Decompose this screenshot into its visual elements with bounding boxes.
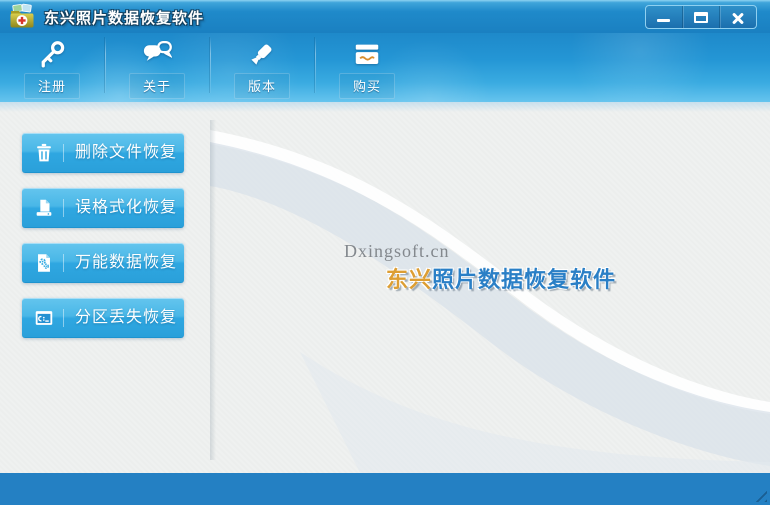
- sidebar-label: 误格式化恢复: [72, 188, 180, 228]
- resize-grip[interactable]: [750, 485, 767, 502]
- credit-card-icon: [317, 39, 417, 71]
- sidebar-button-delete-recovery[interactable]: 删除文件恢复: [22, 133, 184, 173]
- toolbar-label: 版本: [248, 79, 276, 94]
- sidebar-label: 分区丢失恢复: [72, 298, 180, 338]
- close-icon: [730, 11, 746, 25]
- close-button[interactable]: [719, 6, 756, 28]
- minimize-button[interactable]: [646, 6, 682, 28]
- title-bar: 东兴照片数据恢复软件: [0, 0, 770, 33]
- toolbar-separator: [210, 37, 211, 93]
- maximize-button[interactable]: [682, 6, 719, 28]
- toolbar-label: 购买: [353, 79, 381, 94]
- maximize-icon: [694, 12, 708, 23]
- app-icon: [8, 3, 36, 31]
- window-title: 东兴照片数据恢复软件: [44, 7, 204, 28]
- watermark-site: Dxingsoft.cn: [344, 241, 450, 262]
- glue-bottle-icon: [212, 39, 312, 71]
- toolbar-button-register[interactable]: 注册: [2, 35, 102, 99]
- toolbar-button-about[interactable]: 关于: [107, 35, 207, 99]
- sidebar-button-format-recovery[interactable]: 误格式化恢复: [22, 188, 184, 228]
- watermark-brand-rest: 照片数据恢复软件: [432, 267, 616, 292]
- minimize-icon: [657, 19, 670, 22]
- toolbar-label: 注册: [38, 79, 66, 94]
- app-window: 东兴照片数据恢复软件 注册: [0, 0, 770, 505]
- sidebar-label: 删除文件恢复: [72, 133, 180, 173]
- watermark-brand: 东兴照片数据恢复软件: [386, 262, 616, 294]
- toolbar: 注册 关于: [0, 33, 770, 102]
- toolbar-button-version[interactable]: 版本: [212, 35, 312, 99]
- sidebar-label: 万能数据恢复: [72, 243, 180, 283]
- window-controls: [645, 5, 757, 29]
- watermark-brand-highlight: 东兴: [386, 267, 432, 292]
- format-disk-icon: [33, 197, 55, 219]
- toolbar-button-purchase[interactable]: 购买: [317, 35, 417, 99]
- toolbar-separator: [105, 37, 106, 93]
- chat-bubbles-icon: [107, 39, 207, 71]
- drive-window-icon: [33, 307, 55, 329]
- toolbar-label: 关于: [143, 79, 171, 94]
- sidebar-button-partition-recovery[interactable]: 分区丢失恢复: [22, 298, 184, 338]
- status-bar: [0, 473, 770, 505]
- sidebar-button-universal-recovery[interactable]: 万能数据恢复: [22, 243, 184, 283]
- content-area: 删除文件恢复 误格式化恢复: [0, 102, 770, 473]
- toolbar-separator: [315, 37, 316, 93]
- key-icon: [2, 39, 102, 71]
- trash-icon: [33, 142, 55, 164]
- panel-edge-shadow: [210, 120, 216, 460]
- document-gears-icon: [33, 252, 55, 274]
